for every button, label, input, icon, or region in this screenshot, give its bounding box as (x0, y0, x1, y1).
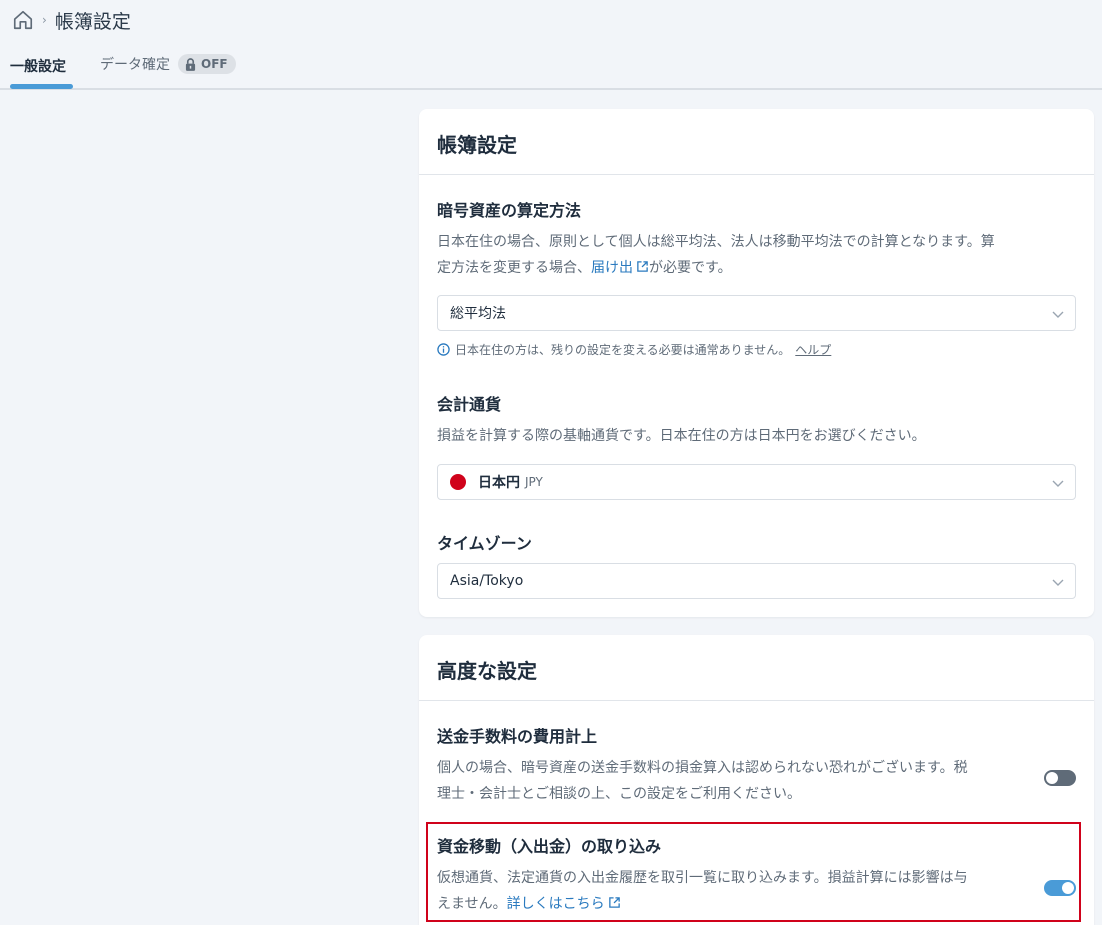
card-header: 帳簿設定 (419, 109, 1094, 175)
external-link-icon[interactable] (608, 896, 621, 909)
details-link[interactable]: 詳しくはこちら (507, 896, 605, 912)
transfer-desc-pre: えません。 (437, 896, 507, 912)
help-link[interactable]: ヘルプ (795, 341, 831, 358)
transfer-desc-line2: えません。詳しくはこちら (437, 891, 1037, 917)
calc-method-description: 日本在住の場合、原則として個人は総平均法、法人は移動平均法での計算となります。算… (437, 229, 1076, 281)
toggle-knob (1062, 882, 1074, 894)
calc-method-title: 暗号資産の算定方法 (437, 201, 582, 220)
chevron-down-icon (1052, 579, 1064, 586)
status-badge: OFF (178, 54, 236, 74)
timezone-title: タイムゾーン (437, 534, 532, 553)
calc-method-desc-line1: 日本在住の場合、原則として個人は総平均法、法人は移動平均法での計算となります。算 (437, 234, 995, 250)
calc-method-value: 総平均法 (450, 306, 506, 322)
fee-desc-line2: 理士・会計士とご相談の上、この設定をご利用ください。 (437, 786, 801, 802)
fee-setting-description: 個人の場合、暗号資産の送金手数料の損金算入は認められない恐れがございます。税 理… (437, 755, 1037, 807)
card-header: 高度な設定 (419, 635, 1094, 701)
note-text: 日本在住の方は、残りの設定を変える必要は通常ありません。 (455, 343, 791, 357)
timezone-select[interactable]: Asia/Tokyo (437, 563, 1076, 599)
transfer-import-description: 仮想通貨、法定通貨の入出金履歴を取引一覧に取り込みます。損益計算には影響は与 え… (437, 865, 1037, 917)
home-icon[interactable] (12, 9, 34, 31)
active-tab-indicator (10, 84, 73, 89)
card-title: 高度な設定 (437, 659, 537, 683)
info-icon (437, 343, 450, 356)
advanced-settings-card: 高度な設定 送金手数料の費用計上 個人の場合、暗号資産の送金手数料の損金算入は認… (419, 635, 1094, 925)
chevron-down-icon (1052, 311, 1064, 318)
calc-method-desc-post: が必要です。 (649, 260, 732, 276)
japan-flag-icon (450, 474, 466, 490)
currency-select[interactable]: 日本円 JPY (437, 464, 1076, 500)
currency-code: JPY (525, 475, 543, 489)
external-link-icon[interactable] (636, 260, 649, 273)
chevron-down-icon (1052, 480, 1064, 487)
transfer-desc-line1: 仮想通貨、法定通貨の入出金履歴を取引一覧に取り込みます。損益計算には影響は与 (437, 870, 968, 886)
calc-method-desc-line2: 定方法を変更する場合、届け出 が必要です。 (437, 255, 1076, 281)
transfer-import-title: 資金移動（入出金）の取り込み (437, 837, 662, 856)
tab-data-confirm[interactable]: データ確定 OFF (100, 54, 236, 74)
calc-method-select[interactable]: 総平均法 (437, 295, 1076, 331)
lock-icon (185, 57, 196, 71)
fee-setting-title: 送金手数料の費用計上 (437, 727, 598, 746)
tab-general-settings[interactable]: 一般設定 (10, 56, 66, 76)
status-badge-label: OFF (201, 57, 228, 71)
page-title: 帳簿設定 (54, 10, 131, 33)
notification-link[interactable]: 届け出 (591, 260, 633, 276)
fee-toggle[interactable] (1044, 770, 1076, 786)
calc-method-desc-pre: 定方法を変更する場合、 (437, 260, 591, 276)
card-title: 帳簿設定 (437, 133, 517, 157)
calc-method-note: 日本在住の方は、残りの設定を変える必要は通常ありません。 ヘルプ (437, 341, 831, 358)
currency-title: 会計通貨 (437, 395, 502, 414)
fee-desc-line1: 個人の場合、暗号資産の送金手数料の損金算入は認められない恐れがございます。税 (437, 760, 968, 776)
currency-description: 損益を計算する際の基軸通貨です。日本在住の方は日本円をお選びください。 (437, 428, 926, 444)
currency-name: 日本円 (478, 475, 520, 491)
transfer-import-toggle[interactable] (1044, 880, 1076, 896)
tab-bar: 一般設定 データ確定 OFF (0, 44, 1102, 90)
breadcrumb: › 帳簿設定 (12, 8, 131, 33)
toggle-knob (1046, 772, 1058, 784)
tab-data-confirm-label: データ確定 (100, 57, 170, 73)
breadcrumb-separator: › (42, 13, 47, 27)
timezone-value: Asia/Tokyo (450, 573, 524, 589)
ledger-settings-card: 帳簿設定 暗号資産の算定方法 日本在住の場合、原則として個人は総平均法、法人は移… (419, 109, 1094, 617)
